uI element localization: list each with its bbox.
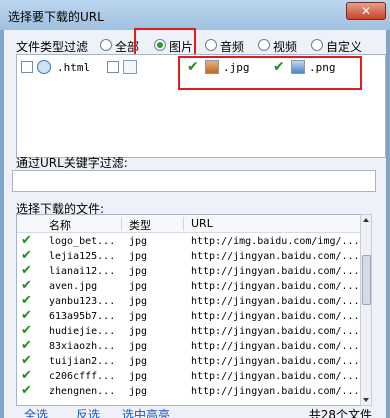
file-url-cell: http://jingyan.baidu.com/... [191,266,360,277]
file-url-cell: http://jingyan.baidu.com/... [191,281,360,292]
table-row[interactable]: ✔ logo_bet... jpg http://img.baidu.com/img/… [17,234,371,248]
scroll-down-icon[interactable] [363,398,369,402]
table-row[interactable]: ✔ tuijian2... jpg http://jingyan.baidu.com/… [17,354,371,368]
row-checkbox[interactable]: ✔ [21,279,32,293]
radio-video[interactable] [258,39,270,51]
column-divider[interactable] [121,217,122,231]
column-type[interactable]: 类型 [129,217,151,233]
file-url-cell: http://jingyan.baidu.com/... [191,296,360,307]
file-name-cell: tuijian2... [49,356,116,367]
radio-all[interactable] [100,39,112,51]
file-type-cell: jpg [129,281,148,292]
html-ext-label: .html [57,61,91,74]
file-type-cell: jpg [129,266,148,277]
row-checkbox[interactable]: ✔ [21,369,32,383]
file-name-cell: zhengnen... [49,386,116,397]
radio-audio[interactable] [205,39,217,51]
footer-bar: 全选 反选 选中高亮 共28个文件 [4,406,386,418]
file-count: 共28个文件 [308,408,372,418]
table-row[interactable]: ✔ hudiejie... jpg http://jingyan.baidu.com/… [17,324,371,338]
scroll-thumb[interactable] [362,255,371,305]
table-row[interactable]: ✔ lianai12... jpg http://jingyan.baidu.com/… [17,264,371,278]
table-row[interactable]: ✔ yanbu123... jpg http://jingyan.baidu.com/… [17,294,371,308]
file-url-cell: http://jingyan.baidu.com/... [191,311,360,322]
column-name[interactable]: 名称 [49,217,71,233]
file-name-cell: logo_bet... [49,236,116,247]
ie-icon [37,60,51,74]
file-type-cell: jpg [129,236,148,247]
file-name-cell: 613a95b7... [49,311,116,322]
radio-audio-label[interactable]: 音频 [220,38,244,55]
table-header: 名称 类型 URL [17,215,371,233]
column-divider[interactable] [183,217,184,231]
row-checkbox[interactable]: ✔ [21,234,32,248]
row-checkbox[interactable]: ✔ [21,384,32,398]
highlight-box-extensions [178,56,362,90]
row-checkbox[interactable]: ✔ [21,309,32,323]
row-checkbox[interactable]: ✔ [21,339,32,353]
filter-label: 文件类型过滤 [16,40,89,54]
file-url-cell: http://jingyan.baidu.com/... [191,371,360,382]
file-table: 名称 类型 URL ✔ logo_bet... jpg http://img.baid… [16,214,372,406]
file-name-cell: c206cfff... [49,371,116,382]
file-type-cell: jpg [129,356,148,367]
file-url-cell: http://jingyan.baidu.com/... [191,341,360,352]
window-border [386,30,390,418]
file-name-cell: lejia125... [49,251,116,262]
file-type-cell: jpg [129,341,148,352]
select-all-button[interactable]: 全选 [24,406,48,418]
scroll-up-icon[interactable] [363,218,369,222]
window-title: 选择要下载的URL [8,10,104,24]
file-type-cell: jpg [129,296,148,307]
invert-selection-button[interactable]: 反选 [76,406,100,418]
table-row[interactable]: ✔ 83xiaozh... jpg http://jingyan.baidu.com/… [17,339,371,353]
app-icon [123,60,137,74]
row-checkbox[interactable]: ✔ [21,354,32,368]
row-checkbox[interactable]: ✔ [21,264,32,278]
app-checkbox[interactable] [107,61,119,73]
file-name-cell: lianai12... [49,266,116,277]
file-url-cell: http://jingyan.baidu.com/... [191,356,360,367]
table-row[interactable]: ✔ 613a95b7... jpg http://jingyan.baidu.com/… [17,309,371,323]
title-bar: 选择要下载的URL ✕ [0,0,390,30]
dialog-body: 文件类型过滤 全部 图片 音频 视频 自定义 .html ✔ .jpg ✔ .p… [4,28,386,418]
file-url-cell: http://img.baidu.com/img/... [191,236,360,247]
row-checkbox[interactable]: ✔ [21,324,32,338]
row-checkbox[interactable]: ✔ [21,294,32,308]
row-checkbox[interactable]: ✔ [21,249,32,263]
table-row[interactable]: ✔ c206cfff... jpg http://jingyan.baidu.com/… [17,369,371,383]
file-type-cell: jpg [129,386,148,397]
table-row[interactable]: ✔ zhengnen... jpg http://jingyan.baidu.com/… [17,384,371,398]
file-url-cell: http://jingyan.baidu.com/... [191,386,360,397]
keyword-filter-input[interactable] [12,170,376,192]
keyword-filter-label: 通过URL关键字过滤: [16,156,128,170]
file-name-cell: aven.jpg [49,281,98,292]
file-type-cell: jpg [129,251,148,262]
file-name-cell: hudiejie... [49,326,116,337]
close-button[interactable]: ✕ [346,2,386,20]
file-type-cell: jpg [129,326,148,337]
html-checkbox[interactable] [21,61,33,73]
file-type-filter: 文件类型过滤 全部 图片 音频 视频 自定义 [16,38,386,54]
radio-video-label[interactable]: 视频 [273,38,297,55]
file-name-cell: yanbu123... [49,296,116,307]
file-type-cell: jpg [129,371,148,382]
file-url-cell: http://jingyan.baidu.com/... [191,326,360,337]
column-url[interactable]: URL [191,217,213,230]
file-name-cell: 83xiaozh... [49,341,116,352]
file-type-cell: jpg [129,311,148,322]
table-row[interactable]: ✔ aven.jpg jpg http://jingyan.baidu.com/... [17,279,371,293]
radio-custom[interactable] [311,39,323,51]
radio-custom-label[interactable]: 自定义 [326,38,362,55]
table-row[interactable]: ✔ lejia125... jpg http://jingyan.baidu.com/… [17,249,371,263]
select-highlighted-button[interactable]: 选中高亮 [122,406,170,418]
file-url-cell: http://jingyan.baidu.com/... [191,251,360,262]
vertical-scrollbar[interactable] [360,214,372,406]
